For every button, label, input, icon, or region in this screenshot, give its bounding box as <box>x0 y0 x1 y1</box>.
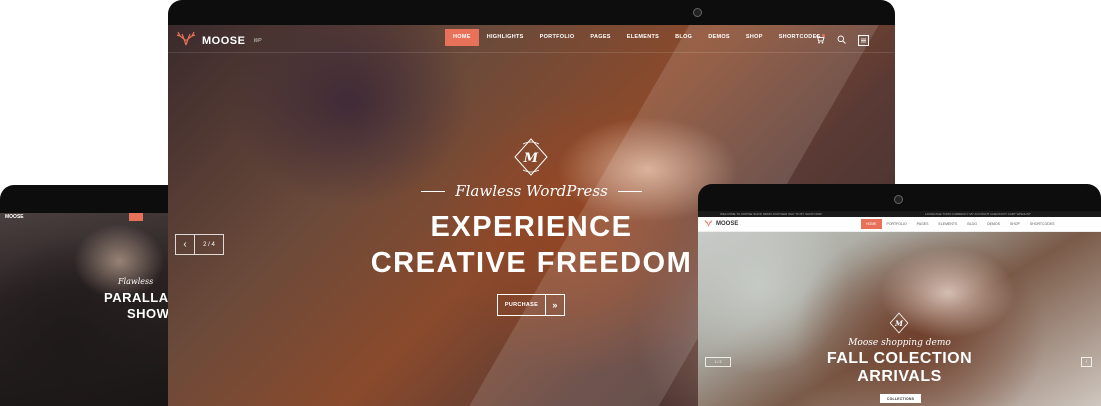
shop-nav-pages[interactable]: PAGES <box>912 219 934 229</box>
shop-hero-headline-line2: ARRIVALS <box>857 368 942 385</box>
search-icon[interactable] <box>837 31 846 49</box>
left-phone-logo[interactable]: MOOSE <box>5 214 24 220</box>
left-phone-device: MOOSE Flawless PARALLA SHOW <box>0 185 170 406</box>
shop-nav-menu: HOME PORTFOLIO PAGES ELEMENTS BLOG DEMOS… <box>861 219 1060 229</box>
double-chevron-right-icon: » <box>545 295 564 315</box>
nav-item-highlights[interactable]: HIGHLIGHTS <box>479 29 532 46</box>
shop-nav-shortcodes[interactable]: SHORTCODES <box>1025 219 1060 229</box>
main-nav-menu: HOME HIGHLIGHTS PORTFOLIO PAGES ELEMENTS… <box>445 29 829 46</box>
nav-item-demos[interactable]: DEMOS <box>700 29 738 46</box>
left-phone-navbar: MOOSE <box>0 213 170 223</box>
shop-nav-home[interactable]: HOME <box>861 219 882 229</box>
main-logo[interactable]: MOOSE WP <box>176 30 262 51</box>
logo-superscript: WP <box>253 37 262 44</box>
nav-item-blog[interactable]: BLOG <box>667 29 700 46</box>
camera-icon <box>894 195 903 204</box>
nav-item-shop[interactable]: SHOP <box>738 29 771 46</box>
left-phone-headline-line2: SHOW <box>127 306 170 321</box>
nav-item-pages[interactable]: PAGES <box>582 29 618 46</box>
tagline-rule-right <box>617 190 642 192</box>
shop-nav-shop[interactable]: SHOP <box>1005 219 1025 229</box>
purchase-button[interactable]: PURCHASE » <box>497 294 565 316</box>
shop-nav-blog[interactable]: BLOG <box>962 219 982 229</box>
shop-nav-elements[interactable]: ELEMENTS <box>933 219 962 229</box>
nav-icon-group <box>815 31 869 49</box>
shop-slider-counter[interactable]: 1 / 2 <box>705 357 731 367</box>
left-phone-tagline: Flawless <box>118 277 154 286</box>
left-phone-nav-home[interactable] <box>129 213 143 221</box>
nav-item-portfolio[interactable]: PORTFOLIO <box>532 29 583 46</box>
right-tablet-device: WELCOME TO MOOSE SHOP, DEMO ANOTHER WAY … <box>698 184 1101 406</box>
collections-button[interactable]: COLLECTIONS <box>880 394 921 403</box>
shop-logo-wordmark: MOOSE <box>716 221 739 227</box>
tagline-text: Flawless WordPress <box>455 182 608 200</box>
deer-antlers-icon <box>176 30 196 51</box>
shop-navbar: MOOSE HOME PORTFOLIO PAGES ELEMENTS BLOG… <box>698 217 1101 232</box>
right-tablet-screen: WELCOME TO MOOSE SHOP, DEMO ANOTHER WAY … <box>698 211 1101 406</box>
slider-controls: ‹ 2 / 4 <box>175 234 224 255</box>
main-navbar: MOOSE WP HOME HIGHLIGHTS PORTFOLIO PAGES… <box>168 25 895 53</box>
moose-emblem-icon: M <box>888 312 910 339</box>
emblem-letter: M <box>523 151 539 166</box>
shop-nav-demos[interactable]: DEMOS <box>982 219 1005 229</box>
slider-prev-button[interactable]: ‹ <box>176 235 195 254</box>
moose-emblem-icon: M <box>511 137 551 182</box>
tagline-rule-left <box>421 190 446 192</box>
cart-icon[interactable] <box>815 31 825 49</box>
shop-emblem-letter: M <box>894 319 904 328</box>
hamburger-menu-icon[interactable] <box>858 34 869 46</box>
logo-wordmark: MOOSE <box>202 34 246 47</box>
left-phone-screen: MOOSE Flawless PARALLA SHOW <box>0 213 170 406</box>
nav-item-home[interactable]: HOME <box>445 29 479 46</box>
nav-item-elements[interactable]: ELEMENTS <box>619 29 667 46</box>
shop-slider-next-button[interactable]: › <box>1081 357 1092 367</box>
deer-antlers-icon <box>704 219 713 229</box>
slider-counter: 2 / 4 <box>203 241 215 248</box>
purchase-button-label: PURCHASE <box>504 302 539 308</box>
left-phone-headline-line1: PARALLA <box>104 290 169 305</box>
shop-hero-tagline: Moose shopping demo <box>848 338 951 348</box>
shop-logo[interactable]: MOOSE <box>704 219 738 229</box>
camera-icon <box>693 8 702 17</box>
shop-nav-portfolio[interactable]: PORTFOLIO <box>882 219 912 229</box>
shop-hero: M Moose shopping demo FALL COLECTION ARR… <box>698 232 1101 406</box>
shop-hero-headline-line1: FALL COLECTION <box>826 350 973 367</box>
